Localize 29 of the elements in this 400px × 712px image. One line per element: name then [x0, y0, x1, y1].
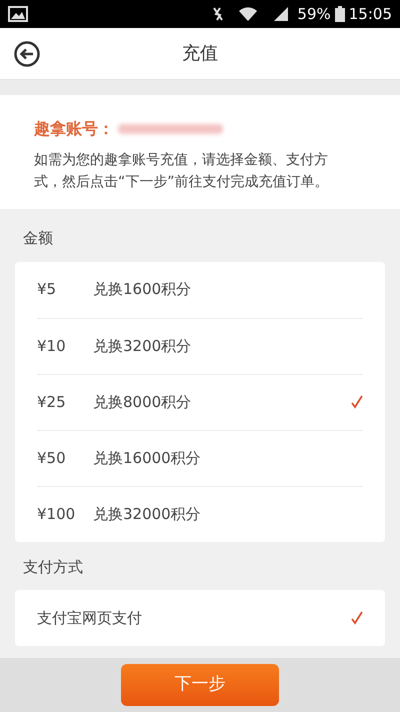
price-text: ¥25: [37, 392, 67, 413]
price-text: ¥5: [37, 279, 58, 300]
price-text: ¥100: [37, 504, 76, 525]
back-button[interactable]: [13, 40, 41, 68]
points-text: 兑换16000积分: [93, 448, 202, 469]
section-title: 金额: [22, 228, 54, 249]
battery-icon: [334, 6, 345, 22]
vibrate-off-icon: [211, 6, 226, 22]
points-text: 兑换3200积分: [93, 336, 192, 357]
image-icon: [8, 6, 28, 22]
page-title: 充值: [182, 42, 218, 66]
points-text: 兑换1600积分: [93, 279, 192, 300]
amount-option[interactable]: ¥5 兑换1600积分: [37, 262, 363, 318]
price-text: ¥50: [37, 448, 67, 469]
points-text: 兑换8000积分: [93, 392, 192, 413]
account-label: 趣拿账号：: [34, 118, 114, 140]
wifi-icon: [237, 6, 260, 22]
amount-option[interactable]: ¥100 兑换32000积分: [37, 486, 363, 542]
section-title: 支付方式: [22, 556, 84, 578]
instruction-text: 如需为您的趣拿账号充值，请选择金额、支付方式，然后点击“下一步”前往支付完成充值订单。: [34, 151, 330, 192]
payment-method-text: 支付宝网页支付: [37, 608, 143, 629]
battery-level: 59%: [297, 4, 331, 25]
amount-option[interactable]: ¥50 兑换16000积分: [37, 430, 363, 486]
points-text: 兑换32000积分: [93, 504, 202, 525]
clock: 15:05: [348, 4, 392, 25]
price-text: ¥10: [37, 336, 67, 357]
amount-option[interactable]: ¥10 兑换3200积分: [37, 318, 363, 374]
payment-option[interactable]: 支付宝网页支付: [37, 590, 363, 646]
amount-option[interactable]: ¥25 兑换8000积分: [37, 374, 363, 430]
